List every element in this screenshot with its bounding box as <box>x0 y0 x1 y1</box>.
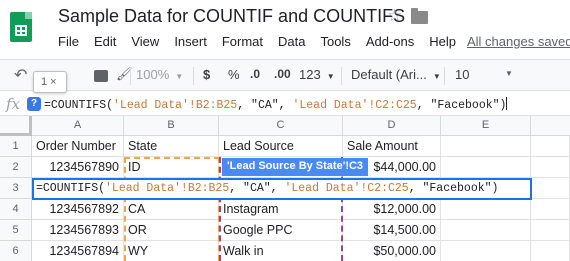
menu-bar: File Edit View Insert Format Data Tools Add-ons… <box>58 34 471 52</box>
menu-format[interactable]: Format <box>222 34 263 49</box>
cell-a5[interactable]: 1234567893 <box>32 220 124 241</box>
cell-b4[interactable]: CA <box>124 199 219 220</box>
range-reference-label: 'Lead Source By State'!C3 <box>222 158 369 176</box>
cell-d6[interactable]: $50,000.00 <box>343 241 441 261</box>
cell-d4[interactable]: $12,000.00 <box>343 199 441 220</box>
menu-insert[interactable]: Insert <box>174 34 207 49</box>
row-header-6[interactable]: 6 <box>0 241 32 261</box>
toolbar-divider <box>341 67 342 85</box>
more-formats-label: 123 <box>299 67 321 82</box>
cell-f3[interactable] <box>531 178 570 199</box>
toolbar-divider <box>193 67 194 85</box>
menu-file[interactable]: File <box>58 34 79 49</box>
row-header-2[interactable]: 2 <box>0 157 32 178</box>
row-header-4[interactable]: 4 <box>0 199 32 220</box>
menu-view[interactable]: View <box>131 34 159 49</box>
editor-range-2: 'Lead Data'!C2:C25 <box>284 182 409 195</box>
cell-b5[interactable]: OR <box>124 220 219 241</box>
column-header-c[interactable]: C <box>219 116 343 136</box>
column-header-b[interactable]: B <box>124 116 219 136</box>
spreadsheet-grid: A B C D E 1 2 3 4 5 6 Order Number State… <box>0 116 570 261</box>
chevron-down-icon: ▼ <box>432 72 441 81</box>
cell-e6[interactable] <box>441 241 531 261</box>
cell-a4[interactable]: 1234567892 <box>32 199 124 220</box>
cell-f4[interactable] <box>531 199 570 220</box>
column-header-f[interactable] <box>531 116 570 136</box>
cell-b2[interactable]: ID <box>124 157 219 178</box>
formula-range-2: 'Lead Data'!C2:C25 <box>292 99 417 112</box>
cell-d5[interactable]: $14,500.00 <box>343 220 441 241</box>
editor-range-1: 'Lead Data'!B2:B25 <box>105 182 230 195</box>
more-formats-button[interactable]: 123 ▼ <box>299 67 335 82</box>
formula-help-icon[interactable]: ? <box>27 97 41 111</box>
cell-b6[interactable]: WY <box>124 241 219 261</box>
menu-addons[interactable]: Add-ons <box>366 34 414 49</box>
row-header-5[interactable]: 5 <box>0 220 32 241</box>
zoom-select[interactable]: 100% ▼ <box>136 67 183 82</box>
cell-c5[interactable]: Google PPC <box>219 220 343 241</box>
title-bar: Sample Data for COUNTIF and COUNTIFS ☆ F… <box>0 0 570 56</box>
editor-fn: =COUNTIFS( <box>36 182 106 195</box>
chevron-down-icon[interactable]: ▼ <box>505 69 513 78</box>
zoom-value: 100% <box>136 67 170 82</box>
formula-criterion-2: , "Facebook") <box>416 99 507 112</box>
formula-input[interactable]: =COUNTIFS('Lead Data'!B2:B25, "CA", 'Lea… <box>44 97 508 112</box>
currency-format-button[interactable]: $ <box>203 67 210 82</box>
column-header-e[interactable]: E <box>441 116 531 136</box>
formula-range-1: 'Lead Data'!B2:B25 <box>113 99 238 112</box>
cell-a2[interactable]: 1234567890 <box>32 157 124 178</box>
formula-criterion-1: , "CA", <box>237 99 293 112</box>
decrease-decimal-button[interactable]: .0 <box>250 67 260 81</box>
text-cursor <box>506 97 508 110</box>
cell-f5[interactable] <box>531 220 570 241</box>
undo-icon[interactable]: ↶ <box>14 65 27 85</box>
cell-a6[interactable]: 1234567894 <box>32 241 124 261</box>
save-status-link[interactable]: All changes saved <box>467 34 570 49</box>
toolbar: ↶ 🖌 100% ▼ $ % .0 .00 123 ▼ Default (Ari..… <box>0 59 570 91</box>
print-icon[interactable] <box>94 70 108 82</box>
increase-decimal-button[interactable]: .00 <box>274 67 291 81</box>
toolbar-divider <box>444 67 445 85</box>
row-header-1[interactable]: 1 <box>0 136 32 157</box>
chevron-down-icon: ▼ <box>175 72 184 81</box>
menu-edit[interactable]: Edit <box>94 34 116 49</box>
formula-fn: =COUNTIFS( <box>44 99 114 112</box>
cell-f6[interactable] <box>531 241 570 261</box>
cell-f2[interactable] <box>531 157 570 178</box>
cell-b1[interactable]: State <box>124 136 219 157</box>
toolbar-divider <box>130 67 131 85</box>
cell-c4[interactable]: Instagram <box>219 199 343 220</box>
editor-criterion-2: , "Facebook") <box>408 182 499 195</box>
font-select[interactable]: Default (Ari... ▼ <box>351 67 441 82</box>
cell-c6[interactable]: Walk in <box>219 241 343 261</box>
tooltip[interactable]: 1 × <box>33 71 67 93</box>
folder-icon[interactable] <box>411 8 428 24</box>
menu-data[interactable]: Data <box>278 34 305 49</box>
percent-format-button[interactable]: % <box>228 67 240 82</box>
font-size-select[interactable]: 10 <box>455 67 469 82</box>
cell-editor[interactable]: =COUNTIFS('Lead Data'!B2:B25, "CA", 'Lea… <box>32 178 532 200</box>
document-title[interactable]: Sample Data for COUNTIF and COUNTIFS <box>58 6 405 27</box>
select-all-corner[interactable] <box>0 116 32 136</box>
column-header-d[interactable]: D <box>343 116 441 136</box>
chevron-down-icon: ▼ <box>326 72 335 81</box>
column-header-a[interactable]: A <box>32 116 124 136</box>
menu-tools[interactable]: Tools <box>320 34 350 49</box>
cell-d1[interactable]: Sale Amount <box>343 136 441 157</box>
formula-bar: fx ? =COUNTIFS('Lead Data'!B2:B25, "CA",… <box>0 92 570 116</box>
cell-a1[interactable]: Order Number <box>32 136 124 157</box>
sheets-logo-icon[interactable] <box>10 12 32 42</box>
fx-icon: fx <box>6 95 21 113</box>
menu-help[interactable]: Help <box>429 34 456 49</box>
cell-e2[interactable] <box>441 157 531 178</box>
star-icon[interactable]: ☆ <box>387 6 402 26</box>
cell-e1[interactable] <box>441 136 531 157</box>
cell-e4[interactable] <box>441 199 531 220</box>
cell-f1[interactable] <box>531 136 570 157</box>
font-value: Default (Ari... <box>351 67 427 82</box>
editor-criterion-1: , "CA", <box>229 182 285 195</box>
cell-e5[interactable] <box>441 220 531 241</box>
cell-c1[interactable]: Lead Source <box>219 136 343 157</box>
row-header-3[interactable]: 3 <box>0 178 32 199</box>
